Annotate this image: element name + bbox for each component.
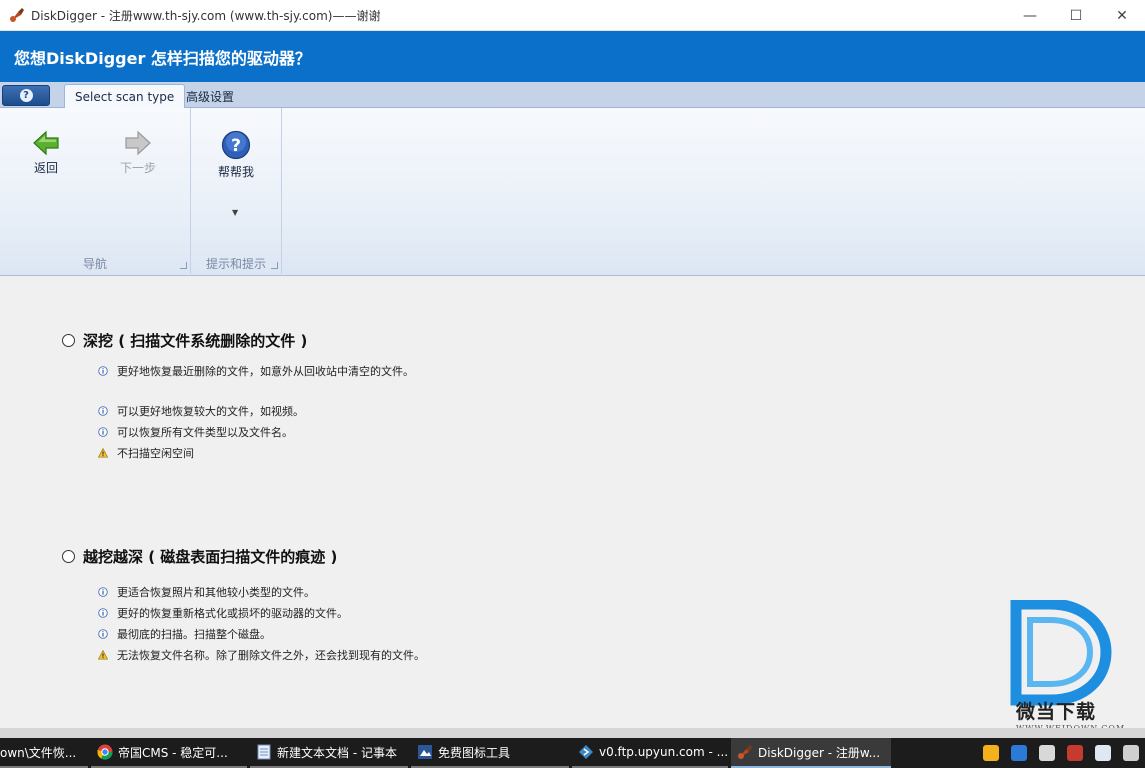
- tab-advanced-settings[interactable]: 高级设置: [176, 84, 244, 109]
- system-tray: [977, 738, 1145, 768]
- list-item: 可以恢复所有文件类型以及文件名。: [98, 421, 414, 442]
- back-button-label: 返回: [33, 161, 58, 175]
- send-icon[interactable]: [1095, 745, 1111, 761]
- ribbon-group-tips: ? 帮帮我 ▼ 提示和提示: [191, 108, 282, 274]
- bullet-text: 更好地恢复最近删除的文件，如意外从回收站中清空的文件。: [117, 364, 414, 378]
- dig-deeper-radio[interactable]: [62, 550, 75, 563]
- application-menu-button[interactable]: ?: [2, 85, 50, 106]
- title-bar: DiskDigger - 注册www.th-sjy.com (www.th-sj…: [0, 0, 1145, 31]
- next-arrow-icon: [125, 130, 151, 156]
- next-button-label: 下一步: [119, 161, 156, 175]
- window-title: DiskDigger - 注册www.th-sjy.com (www.th-sj…: [31, 8, 381, 23]
- window-controls: — ☐ ✕: [1007, 0, 1145, 31]
- list-item: 更好的恢复重新格式化或损坏的驱动器的文件。: [98, 602, 425, 623]
- bullet-text: 可以恢复所有文件类型以及文件名。: [117, 425, 293, 439]
- taskbar-item-folder[interactable]: own\文件恢...: [0, 738, 88, 768]
- dig-deep-title: 深挖 ( 扫描文件系统删除的文件 ): [83, 332, 308, 350]
- shield-icon[interactable]: [983, 745, 999, 761]
- dig-deeper-details: 更适合恢复照片和其他较小类型的文件。 更好的恢复重新格式化或损坏的驱动器的文件。…: [98, 581, 425, 665]
- list-item: 不扫描空闲空间: [98, 442, 414, 463]
- svg-text:?: ?: [231, 136, 241, 156]
- navigation-group-launcher-icon[interactable]: [180, 262, 187, 269]
- taskbar-item-label: 新建文本文档 - 记事本: [277, 745, 397, 760]
- taskbar-item-label: v0.ftp.upyun.com - ...: [599, 745, 728, 759]
- info-icon: [98, 365, 108, 376]
- watermark-name: 微当下载: [1016, 701, 1097, 723]
- back-arrow-icon: [33, 130, 59, 156]
- next-button[interactable]: 下一步: [108, 130, 168, 176]
- taskbar-item-icon-tool[interactable]: 免费图标工具: [411, 738, 569, 768]
- close-button[interactable]: ✕: [1099, 0, 1145, 31]
- bullet-text: 不扫描空闲空间: [117, 446, 194, 460]
- help-dropdown-caret-icon[interactable]: ▼: [232, 208, 238, 217]
- ribbon-tab-row: ? Select scan type 高级设置: [0, 82, 1145, 109]
- wizard-header-title: 您想DiskDigger 怎样扫描您的驱动器？: [14, 48, 311, 68]
- list-item: 最彻底的扫描。扫描整个磁盘。: [98, 623, 425, 644]
- minimize-button[interactable]: —: [1007, 0, 1053, 31]
- list-item: 可以更好地恢复较大的文件，如视频。: [98, 400, 414, 421]
- chart-tray-icon[interactable]: [1067, 745, 1083, 761]
- bullet-text: 更好的恢复重新格式化或损坏的驱动器的文件。: [117, 606, 348, 620]
- option-dig-deeper[interactable]: 越挖越深 ( 磁盘表面扫描文件的痕迹 ): [62, 546, 337, 567]
- taskbar-item-notepad[interactable]: 新建文本文档 - 记事本: [250, 738, 408, 768]
- ribbon-group-navigation: 返回 下一步 导航: [0, 108, 191, 274]
- bullet-text: 无法恢复文件名称。除了删除文件之外，还会找到现有的文件。: [117, 648, 425, 662]
- bullet-text: 可以更好地恢复较大的文件，如视频。: [117, 404, 304, 418]
- taskbar-item-label: own\文件恢...: [0, 745, 77, 760]
- tips-group-label: 提示和提示: [205, 257, 266, 271]
- info-icon: [98, 607, 108, 618]
- help-question-icon: ?: [221, 130, 251, 160]
- tab-select-scan-type[interactable]: Select scan type: [64, 84, 186, 109]
- image-tool-icon: [418, 745, 432, 759]
- warning-icon: [98, 649, 108, 660]
- taskbar-item-label: 免费图标工具: [438, 745, 511, 760]
- app-tray-icon[interactable]: [1039, 745, 1055, 761]
- chrome-icon: [97, 744, 113, 760]
- taskbar-item-diskdigger[interactable]: DiskDigger - 注册w...: [731, 738, 891, 768]
- back-button[interactable]: 返回: [16, 130, 76, 176]
- security-icon[interactable]: [1011, 745, 1027, 761]
- taskbar-item-label: 帝国CMS - 稳定可...: [118, 745, 228, 760]
- info-icon: [98, 426, 108, 437]
- dig-deep-radio[interactable]: [62, 334, 75, 347]
- scan-type-content: 深挖 ( 扫描文件系统删除的文件 ) 更好地恢复最近删除的文件，如意外从回收站中…: [0, 276, 1145, 728]
- wizard-header: 您想DiskDigger 怎样扫描您的驱动器？: [0, 31, 1145, 82]
- help-me-button-label: 帮帮我: [217, 165, 254, 179]
- help-circle-icon: ?: [19, 89, 33, 102]
- warning-icon: [98, 447, 108, 458]
- ribbon-panel: 返回 下一步 导航 ? 帮帮我 ▼ 提示和提示: [0, 108, 1145, 276]
- network-icon[interactable]: [1123, 745, 1139, 761]
- maximize-button[interactable]: ☐: [1053, 0, 1099, 31]
- notepad-icon: [257, 744, 271, 760]
- status-strip: [0, 728, 1145, 738]
- tips-group-launcher-icon[interactable]: [271, 262, 278, 269]
- taskbar-item-ftp[interactable]: v0.ftp.upyun.com - ...: [572, 738, 728, 768]
- bullet-text: 更适合恢复照片和其他较小类型的文件。: [117, 585, 315, 599]
- ftp-icon: [579, 745, 593, 759]
- list-item: 更好地恢复最近删除的文件，如意外从回收站中清空的文件。: [98, 360, 414, 381]
- info-icon: [98, 628, 108, 639]
- taskbar-item-label: DiskDigger - 注册w...: [758, 745, 881, 760]
- dig-deeper-title: 越挖越深 ( 磁盘表面扫描文件的痕迹 ): [83, 548, 338, 566]
- diskdigger-app-icon: [10, 8, 24, 22]
- taskbar-item-chrome[interactable]: 帝国CMS - 稳定可...: [91, 738, 247, 768]
- bullet-text: 最彻底的扫描。扫描整个磁盘。: [117, 627, 271, 641]
- option-dig-deep[interactable]: 深挖 ( 扫描文件系统删除的文件 ): [62, 330, 307, 351]
- navigation-group-label: 导航: [82, 257, 107, 271]
- diskdigger-icon: [738, 745, 752, 759]
- info-icon: [98, 586, 108, 597]
- list-item: 更适合恢复照片和其他较小类型的文件。: [98, 581, 425, 602]
- dig-deep-details: 更好地恢复最近删除的文件，如意外从回收站中清空的文件。 可以更好地恢复较大的文件…: [98, 360, 414, 463]
- help-me-button[interactable]: ? 帮帮我: [206, 130, 266, 180]
- info-icon: [98, 405, 108, 416]
- windows-taskbar: own\文件恢... 帝国CMS - 稳定可... 新建文本文档 - 记事本 免…: [0, 738, 1145, 768]
- list-item: 无法恢复文件名称。除了删除文件之外，还会找到现有的文件。: [98, 644, 425, 665]
